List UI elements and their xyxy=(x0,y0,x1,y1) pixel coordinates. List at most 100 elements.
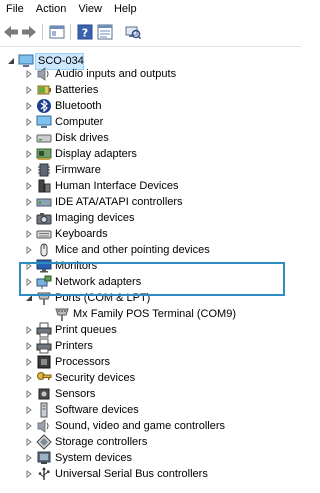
device-item[interactable]: Mx Family POS Terminal (COM9) xyxy=(0,306,301,322)
speaker-icon xyxy=(36,66,52,82)
expand-arrow-icon[interactable] xyxy=(24,338,33,354)
expand-arrow-icon[interactable] xyxy=(24,322,33,338)
battery-icon xyxy=(36,82,52,98)
tree-category[interactable]: Security devices xyxy=(0,370,301,386)
expand-arrow-icon[interactable] xyxy=(24,146,33,162)
tree-category[interactable]: Batteries xyxy=(0,82,301,98)
toolbar: ? xyxy=(0,19,301,47)
tree-category[interactable]: Human Interface Devices xyxy=(0,178,301,194)
tree-item-label: Batteries xyxy=(55,84,99,96)
tree-item-label: Software devices xyxy=(55,404,139,416)
ide-controller-icon xyxy=(36,194,52,210)
tree-category[interactable]: Software devices xyxy=(0,402,301,418)
tree-item-label: Keyboards xyxy=(55,228,108,240)
toolbar-separator xyxy=(42,24,43,40)
tree-item-label: Mice and other pointing devices xyxy=(55,244,210,256)
tree-category[interactable]: Firmware xyxy=(0,162,301,178)
expand-arrow-icon[interactable] xyxy=(24,114,33,130)
tree-category[interactable]: Audio inputs and outputs xyxy=(0,66,301,82)
tree-item-label: Sensors xyxy=(55,388,96,400)
expand-arrow-icon[interactable] xyxy=(24,178,33,194)
computer-icon xyxy=(36,114,52,130)
tree-item-label: Sound, video and game controllers xyxy=(55,420,225,432)
menu-file[interactable]: File xyxy=(0,0,30,19)
tree-category[interactable]: Universal Serial Bus controllers xyxy=(0,466,301,482)
expand-arrow-icon[interactable] xyxy=(24,162,33,178)
tree-category[interactable]: Processors xyxy=(0,354,301,370)
tree-category[interactable]: Display adapters xyxy=(0,146,301,162)
ports-highlight-box xyxy=(19,262,285,296)
tree-item-label: Print queues xyxy=(55,324,117,336)
tree-category[interactable]: Keyboards xyxy=(0,226,301,242)
expand-arrow-icon[interactable] xyxy=(24,210,33,226)
tree-item-label: Audio inputs and outputs xyxy=(55,68,177,80)
tree-category[interactable]: Printers xyxy=(0,338,301,354)
tree-item-label: Bluetooth xyxy=(55,100,102,112)
expand-arrow-icon[interactable] xyxy=(24,82,33,98)
scan-hardware-changes-icon[interactable] xyxy=(124,23,142,41)
tree-item-label: Firmware xyxy=(55,164,101,176)
svg-text:?: ? xyxy=(82,27,88,40)
sensor-icon xyxy=(36,386,52,402)
security-key-icon xyxy=(36,370,52,386)
tree-category[interactable]: Computer xyxy=(0,114,301,130)
forward-arrow-icon[interactable] xyxy=(20,23,38,41)
tree-item-label: Display adapters xyxy=(55,148,137,160)
tree-category[interactable]: Sound, video and game controllers xyxy=(0,418,301,434)
display-adapter-icon xyxy=(36,146,52,162)
printer-icon xyxy=(36,322,52,338)
tree-category[interactable]: Disk drives xyxy=(0,130,301,146)
tree-item-label: Mx Family POS Terminal (COM9) xyxy=(73,308,236,320)
properties-icon[interactable] xyxy=(96,23,114,41)
expand-arrow-icon[interactable] xyxy=(24,98,33,114)
tree-item-label: Storage controllers xyxy=(55,436,148,448)
expand-arrow-icon[interactable] xyxy=(24,450,33,466)
expand-arrow-icon[interactable] xyxy=(24,370,33,386)
usb-icon xyxy=(36,466,52,482)
expand-arrow-icon[interactable] xyxy=(24,130,33,146)
tree-category[interactable]: Sensors xyxy=(0,386,301,402)
tree-category[interactable]: System devices xyxy=(0,450,301,466)
tree-category[interactable]: Imaging devices xyxy=(0,210,301,226)
expand-arrow-icon[interactable] xyxy=(24,402,33,418)
tree-item-label: IDE ATA/ATAPI controllers xyxy=(55,196,183,208)
menu-help[interactable]: Help xyxy=(108,0,143,19)
expand-arrow-icon[interactable] xyxy=(24,226,33,242)
tree-category[interactable]: Mice and other pointing devices xyxy=(0,242,301,258)
tree-item-label: Security devices xyxy=(55,372,136,384)
expand-arrow-icon[interactable] xyxy=(24,242,33,258)
tree-item-label: Imaging devices xyxy=(55,212,135,224)
printer-icon xyxy=(36,338,52,354)
hid-icon xyxy=(36,178,52,194)
expand-arrow-icon[interactable] xyxy=(24,434,33,450)
back-arrow-icon[interactable] xyxy=(2,23,20,41)
expand-arrow-icon[interactable] xyxy=(24,466,33,482)
storage-controller-icon xyxy=(36,434,52,450)
expand-arrow-icon[interactable] xyxy=(24,66,33,82)
speaker-icon xyxy=(36,418,52,434)
expand-arrow-icon[interactable] xyxy=(24,386,33,402)
processor-icon xyxy=(36,354,52,370)
tree-category[interactable]: IDE ATA/ATAPI controllers xyxy=(0,194,301,210)
menu-bar: File Action View Help xyxy=(0,0,301,19)
expand-arrow-icon[interactable] xyxy=(24,354,33,370)
help-icon[interactable]: ? xyxy=(76,23,94,41)
tree-item-label: Universal Serial Bus controllers xyxy=(55,468,208,480)
system-device-icon xyxy=(36,450,52,466)
tree-item-label: Computer xyxy=(55,116,104,128)
expand-arrow-icon[interactable] xyxy=(24,194,33,210)
show-hide-console-tree-icon[interactable] xyxy=(48,23,66,41)
tree-category[interactable]: Bluetooth xyxy=(0,98,301,114)
expand-arrow-icon[interactable] xyxy=(24,418,33,434)
tree-category[interactable]: Print queues xyxy=(0,322,301,338)
tree-category[interactable]: Storage controllers xyxy=(0,434,301,450)
mouse-icon xyxy=(36,242,52,258)
tree-item-label: System devices xyxy=(55,452,133,464)
disk-drive-icon xyxy=(36,130,52,146)
menu-action[interactable]: Action xyxy=(30,0,73,19)
chip-icon xyxy=(36,162,52,178)
menu-view[interactable]: View xyxy=(72,0,108,19)
tree-item-label: Processors xyxy=(55,356,111,368)
port-icon xyxy=(54,306,70,322)
software-device-icon xyxy=(36,402,52,418)
